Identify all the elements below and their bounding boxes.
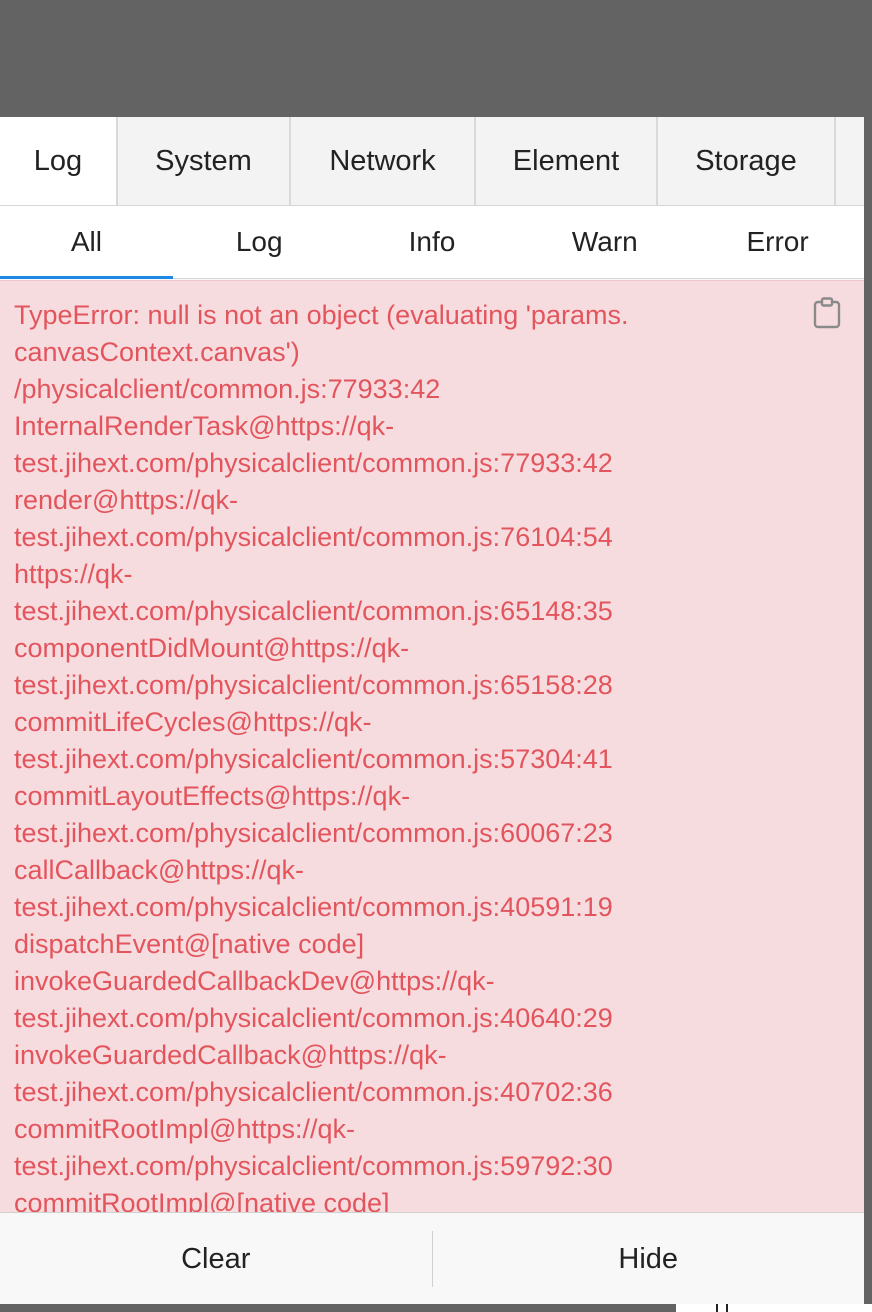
error-stack-trace: TypeError: null is not an object (evalua… <box>14 300 629 1213</box>
clipboard-icon[interactable] <box>812 297 842 329</box>
hide-button[interactable]: Hide <box>433 1213 865 1304</box>
backdrop-right-edge <box>864 0 872 1312</box>
tab-log[interactable]: Log <box>0 117 118 205</box>
tab-storage[interactable]: Storage <box>658 117 836 205</box>
page-backdrop <box>0 0 872 117</box>
underlying-page-sliver <box>676 1304 872 1312</box>
filter-warn[interactable]: Warn <box>518 206 691 278</box>
filter-info[interactable]: Info <box>346 206 519 278</box>
console-tabbar: Log System Network Element Storage <box>0 117 864 206</box>
filter-log[interactable]: Log <box>173 206 346 278</box>
log-list[interactable]: TypeError: null is not an object (evalua… <box>0 280 864 1213</box>
log-filter-bar: All Log Info Warn Error <box>0 206 864 279</box>
tab-overflow[interactable] <box>836 117 864 205</box>
filter-error[interactable]: Error <box>691 206 864 278</box>
tab-network[interactable]: Network <box>291 117 476 205</box>
divider-mark <box>716 1304 718 1312</box>
clear-button[interactable]: Clear <box>0 1213 432 1304</box>
tab-element[interactable]: Element <box>476 117 658 205</box>
tab-system[interactable]: System <box>118 117 291 205</box>
log-entry-error: TypeError: null is not an object (evalua… <box>0 281 864 1213</box>
filter-all[interactable]: All <box>0 206 173 279</box>
vconsole-panel: Log System Network Element Storage All L… <box>0 117 864 1304</box>
divider-mark <box>726 1304 728 1312</box>
console-footer: Clear Hide <box>0 1212 864 1304</box>
